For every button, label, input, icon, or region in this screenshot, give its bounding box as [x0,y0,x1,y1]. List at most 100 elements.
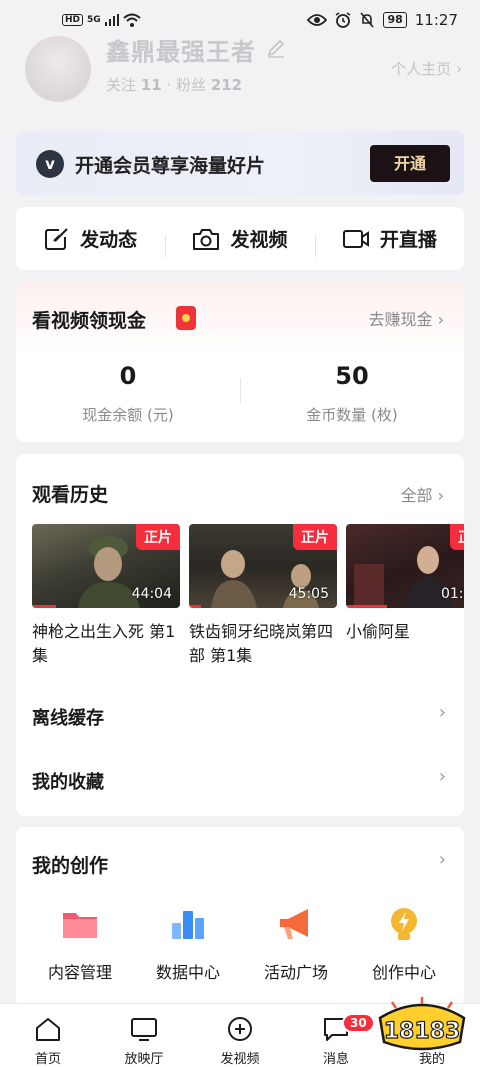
data-chart-icon [172,911,204,939]
follow-stats: 关注 11 · 粉丝 212 [106,74,242,95]
chevron-right-icon[interactable]: › [439,849,446,870]
watch-progress-bar [346,605,388,608]
coin-count-value: 50 [335,362,369,390]
data-center-button[interactable]: 数据中心 [134,905,242,983]
tool-label: 活动广场 [263,963,328,982]
folder-icon [63,913,97,938]
favorites-row[interactable]: 我的收藏 [32,768,104,794]
lightning-bulb-icon [391,908,417,940]
stats-separator: · [166,76,172,94]
hd-indicator: HD [62,14,84,26]
following-label: 关注 [106,76,137,94]
episode-badge: 正片 [293,524,337,550]
message-count-badge: 30 [342,1013,375,1033]
red-packet-icon [176,306,196,330]
nav-theater[interactable]: 放映厅 [96,1004,192,1067]
tool-label: 内容管理 [47,963,112,982]
history-all-link[interactable]: 全部 › [400,482,444,506]
content-management-button[interactable]: 内容管理 [26,905,134,983]
favorites-label: 我的收藏 [32,772,104,793]
tool-label: 创作中心 [371,963,436,982]
history-thumbnail-1[interactable]: 正片 44:04 [32,524,180,608]
history-all-label: 全部 [400,486,433,505]
nav-label: 放映厅 [124,1052,164,1067]
home-icon [36,1018,60,1041]
coin-count[interactable]: 50 金币数量 (枚) [240,362,464,425]
earn-cash-link[interactable]: 去赚现金 › [368,306,444,330]
history-video-title[interactable]: 铁齿铜牙纪晓岚第四部 第1集 [189,620,339,668]
homepage-link[interactable]: 个人主页 › [391,58,462,79]
watch-history-card: 观看历史 全部 › 正片 44:04 神枪之出生入死 第1集 正片 45:05 … [16,454,464,816]
cash-title: 看视频领现金 [32,310,147,332]
tool-label: 数据中心 [155,963,220,982]
my-creation-card: 我的创作 › 内容管理 数据中心 活动广场 创作中心 [16,827,464,1007]
chevron-right-icon: › [437,486,444,505]
cash-balance-value: 0 [119,362,137,390]
mute-bell-icon [360,12,375,28]
chevron-right-icon: › [437,310,444,329]
tv-icon [131,1018,157,1041]
history-title: 观看历史 [32,484,109,506]
post-update-button[interactable]: 发动态 [16,225,165,252]
cash-balance[interactable]: 0 现金余额 (元) [16,362,240,425]
live-camera-icon [342,229,369,248]
svg-text:18183: 18183 [384,1019,461,1044]
nav-home[interactable]: 首页 [0,1004,96,1067]
nav-label: 消息 [322,1052,349,1067]
followers-label: 粉丝 [176,76,207,94]
signal-icon [104,14,119,26]
battery-indicator: 98 [383,12,407,28]
post-update-label: 发动态 [80,229,138,251]
chevron-right-icon[interactable]: › [439,766,446,787]
cash-balance-label: 现金余额 (元) [82,406,174,424]
vip-promo-text: 开通会员尊享海量好片 [75,155,266,177]
avatar[interactable] [25,36,91,102]
vip-banner[interactable]: v 开通会员尊享海量好片 开通 [16,131,464,195]
nav-post-video[interactable]: 发视频 [192,1004,288,1067]
activity-square-button[interactable]: 活动广场 [242,905,350,983]
creator-center-button[interactable]: 创作中心 [350,905,458,983]
coin-count-label: 金币数量 (枚) [306,406,398,424]
post-video-label: 发视频 [230,229,288,251]
video-duration: 44:04 [131,586,172,602]
offline-cache-row[interactable]: 离线缓存 [32,704,104,730]
nav-label: 发视频 [220,1052,260,1067]
history-video-title[interactable]: 神枪之出生入死 第1集 [32,620,182,668]
add-video-icon [228,1017,252,1041]
vip-logo-icon: v [36,150,64,178]
network-gen: 5G [87,15,101,25]
offline-cache-label: 离线缓存 [32,708,104,729]
cash-rewards-card: 看视频领现金 去赚现金 › 0 现金余额 (元) 50 金币数量 (枚) [16,282,464,442]
edit-pencil-icon[interactable] [266,38,286,58]
nav-label: 首页 [34,1052,61,1067]
site-watermark-logo: 18183 [378,997,466,1051]
history-thumbnail-2[interactable]: 正片 45:05 [189,524,337,608]
vip-open-button[interactable]: 开通 [370,145,450,182]
go-live-button[interactable]: 开直播 [314,225,464,257]
chevron-right-icon[interactable]: › [439,702,446,723]
status-left: HD 5G [62,13,141,27]
watch-progress-bar [189,605,201,608]
watch-progress-bar [32,605,56,608]
history-thumbnail-3[interactable]: 正片 01:29: [346,524,464,608]
creation-title: 我的创作 [32,855,109,877]
post-video-button[interactable]: 发视频 [165,225,314,257]
megaphone-icon [280,909,308,939]
earn-cash-label: 去赚现金 [368,310,433,329]
wifi-icon [123,13,141,27]
followers-count[interactable]: 212 [211,76,242,94]
go-live-label: 开直播 [379,229,437,251]
username[interactable]: 鑫鼎最强王者 [106,32,256,67]
episode-badge: 正片 [136,524,180,550]
episode-badge: 正片 [450,524,464,550]
alarm-icon [336,12,351,28]
profile-header: 鑫鼎最强王者 关注 11 · 粉丝 212 个人主页 › [22,28,462,108]
video-duration: 01:29: [440,586,464,602]
quick-actions: 发动态 发视频 开直播 [16,207,464,270]
homepage-label: 个人主页 [391,60,452,78]
following-count[interactable]: 11 [141,76,162,94]
chevron-right-icon: › [456,60,462,78]
eye-icon [307,14,328,26]
history-video-title[interactable]: 小偷阿星 [346,620,464,644]
edit-post-icon [45,226,70,250]
